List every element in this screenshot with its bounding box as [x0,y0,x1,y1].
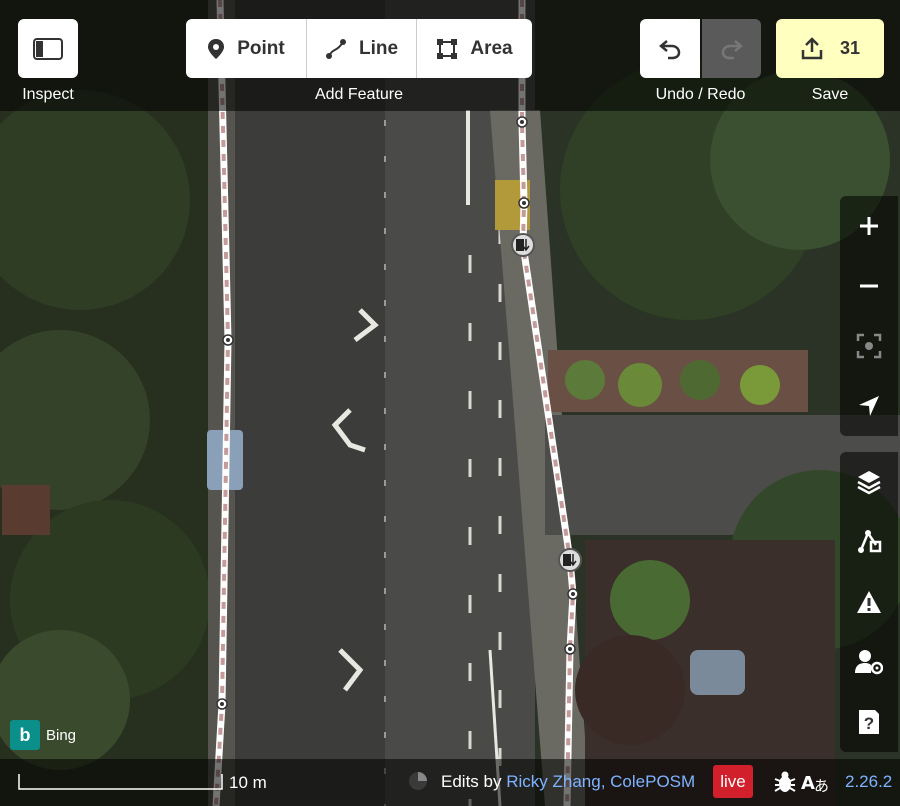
svg-text:あ: あ [814,777,829,795]
undo-redo-label: Undo / Redo [655,86,746,103]
scale-label: 10 m [229,773,267,792]
minus-icon [860,284,878,288]
geolocate-button[interactable] [840,376,898,436]
point-label: Point [237,37,285,59]
bing-logo-icon: b [10,720,40,750]
add-area-button[interactable]: Area [416,19,532,78]
add-feature-group: Point Line Area [186,19,532,78]
map-controls [840,196,898,436]
save-count: 31 [839,38,861,58]
save-label: Save [811,86,849,103]
map-data-icon [858,530,882,553]
issues-button[interactable] [840,572,898,632]
zoom-selection-icon [856,333,882,359]
undo-button[interactable] [640,19,700,78]
zoom-in-button[interactable] [840,196,898,256]
user-gear-icon [855,650,883,675]
edits-attribution: Edits by Ricky Zhang, ColePOSM [441,772,695,792]
preferences-button[interactable] [840,632,898,692]
edits-users-link[interactable]: Ricky Zhang, ColePOSM [506,772,695,791]
add-point-button[interactable]: Point [186,19,306,78]
location-arrow-icon [859,396,879,416]
svg-text:A: A [801,773,815,794]
help-book-icon: ? [859,710,879,734]
line-icon [325,38,346,59]
imagery-attribution[interactable]: b Bing [10,720,76,750]
live-badge: live [713,765,753,798]
help-button[interactable]: ? [840,692,898,752]
warning-icon [857,591,881,613]
layers-icon [857,471,881,495]
area-icon [437,38,458,59]
map-imagery[interactable] [0,0,900,806]
add-line-button[interactable]: Line [306,19,416,78]
loading-spinner-icon [409,772,427,790]
plus-icon [860,217,878,235]
inspect-label: Inspect [22,86,74,103]
point-icon [208,38,225,59]
svg-text:?: ? [864,714,874,733]
line-label: Line [358,37,399,59]
zoom-out-button[interactable] [840,256,898,316]
background-layers-button[interactable] [840,452,898,512]
upload-icon [801,36,823,59]
sidebar-icon [33,37,63,60]
panel-controls: ? [840,452,898,752]
edits-prefix: Edits by [441,772,502,791]
redo-icon [721,39,743,59]
map-data-button[interactable] [840,512,898,572]
redo-button[interactable] [702,19,761,78]
save-button[interactable]: 31 [776,19,884,78]
scale-bar[interactable] [18,772,224,792]
imagery-provider-label: Bing [46,726,77,744]
zoom-to-selection-button[interactable] [840,316,898,376]
version-link[interactable]: 2.26.2 [845,772,892,792]
add-feature-label: Add Feature [314,86,404,103]
translate-icon[interactable]: A あ [800,768,830,796]
undo-icon [659,39,681,59]
area-label: Area [470,37,513,59]
inspect-button[interactable] [18,19,78,78]
bug-icon[interactable] [772,769,798,795]
